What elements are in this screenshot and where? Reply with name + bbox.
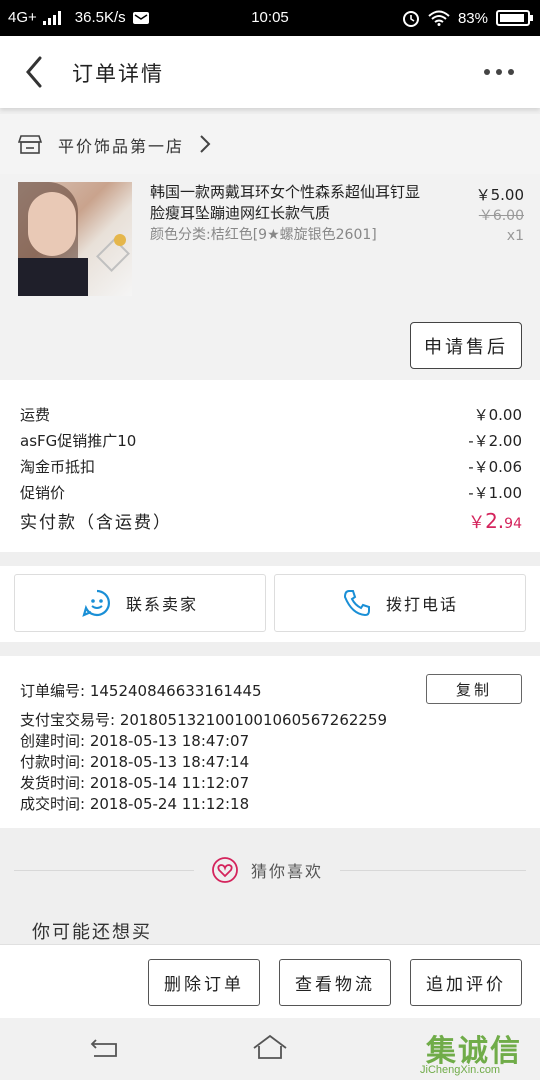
product-title[interactable]: 韩国一款两戴耳环女个性森系超仙耳钉显脸瘦耳坠蹦迪网红长款气质 (150, 182, 420, 224)
total-integer: 2. (485, 509, 505, 533)
fee-value: -￥1.00 (468, 484, 522, 502)
fee-row-discount: 促销价 -￥1.00 (20, 482, 522, 503)
product-original-price: ￥6.00 (478, 208, 524, 224)
heart-icon (212, 857, 238, 883)
fee-row-promo: asFG促销推广10 -￥2.00 (20, 430, 522, 451)
battery-percent: 83% (457, 9, 488, 27)
back-arrow-icon[interactable] (20, 54, 50, 90)
home-nav-icon[interactable] (252, 1034, 288, 1060)
fee-breakdown: 运费 ￥0.00 asFG促销推广10 -￥2.00 淘金币抵扣 -￥0.06 … (0, 380, 540, 552)
add-review-button[interactable]: 追加评价 (410, 959, 522, 1006)
view-logistics-button[interactable]: 查看物流 (279, 959, 391, 1006)
product-price: ￥5.00 (475, 186, 524, 204)
fee-label: 促销价 (20, 484, 66, 502)
delete-order-button[interactable]: 删除订单 (148, 959, 260, 1006)
more-options-icon[interactable] (484, 58, 514, 86)
shipped-time: 发货时间: 2018-05-14 11:12:07 (20, 774, 250, 792)
fee-row-shipping: 运费 ￥0.00 (20, 404, 522, 425)
store-name[interactable]: 平价饰品第一店 (58, 133, 184, 157)
battery-icon (496, 10, 533, 26)
chat-smiley-icon (82, 589, 110, 617)
guess-you-like-header: 猜你喜欢 (194, 850, 340, 890)
call-phone-label: 拨打电话 (385, 595, 458, 614)
call-phone-button[interactable]: 拨打电话 (274, 574, 526, 632)
phone-icon (343, 590, 370, 617)
alipay-trade-number: 支付宝交易号: 2018051321001001060567262259 (20, 711, 388, 729)
store-row[interactable]: 平价饰品第一店 (0, 114, 540, 174)
total-paid-row: 实付款（含运费） ￥2.94 (20, 508, 522, 533)
contact-seller-label: 联系卖家 (125, 595, 198, 614)
paid-time: 付款时间: 2018-05-13 18:47:14 (20, 753, 250, 771)
maybe-buy-heading: 你可能还想买 (32, 922, 152, 943)
order-info: 订单编号: 145240846633161445 复制 支付宝交易号: 2018… (0, 656, 540, 828)
top-navbar: 订单详情 (0, 36, 540, 108)
contact-section: 联系卖家 拨打电话 (0, 566, 540, 642)
total-amount: ￥2.94 (468, 508, 522, 533)
guess-you-like-label: 猜你喜欢 (250, 862, 323, 881)
product-item[interactable]: 韩国一款两戴耳环女个性森系超仙耳钉显脸瘦耳坠蹦迪网红长款气质 颜色分类:桔红色[… (0, 174, 540, 380)
chevron-right-icon[interactable] (198, 133, 212, 155)
fee-value: ￥0.00 (473, 406, 522, 424)
contact-seller-button[interactable]: 联系卖家 (14, 574, 266, 632)
alarm-icon (402, 11, 419, 27)
fee-label: asFG促销推广10 (20, 432, 137, 450)
created-time: 创建时间: 2018-05-13 18:47:07 (20, 732, 250, 750)
product-quantity: x1 (506, 228, 524, 244)
site-watermark: 集诚信 JiChengXin.com (420, 1026, 540, 1080)
fee-value: -￥0.06 (468, 458, 522, 476)
total-decimal: 94 (504, 516, 522, 532)
wifi-icon (428, 10, 450, 26)
watermark-en: JiChengXin.com (420, 1064, 501, 1076)
order-number: 订单编号: 145240846633161445 (20, 682, 262, 700)
page-title: 订单详情 (72, 62, 164, 86)
status-bar: 4G+ 36.5K/s 10:05 83% (0, 0, 540, 36)
fee-value: -￥2.00 (468, 432, 522, 450)
shop-icon (18, 135, 42, 154)
fee-label: 淘金币抵扣 (20, 458, 96, 476)
copy-button[interactable]: 复制 (426, 674, 522, 704)
total-label: 实付款（含运费） (20, 513, 172, 533)
back-nav-icon[interactable] (90, 1038, 120, 1058)
after-sale-button[interactable]: 申请售后 (410, 322, 522, 369)
fee-row-coins: 淘金币抵扣 -￥0.06 (20, 456, 522, 477)
bottom-action-bar: 删除订单 查看物流 追加评价 (0, 944, 540, 1018)
product-variant: 颜色分类:桔红色[9★螺旋银色2601] (150, 227, 377, 243)
fee-label: 运费 (20, 406, 51, 424)
currency-symbol: ￥ (468, 513, 486, 533)
product-thumbnail[interactable] (18, 182, 132, 296)
completed-time: 成交时间: 2018-05-24 11:12:18 (20, 795, 250, 813)
